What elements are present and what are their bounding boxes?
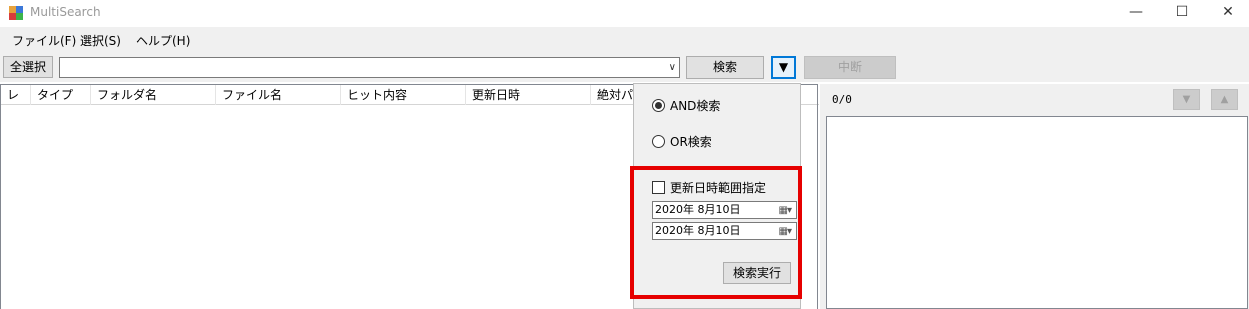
column-header-folder[interactable]: フォルダ名 [91,85,216,105]
and-radio[interactable] [652,99,665,112]
preview-textbox[interactable] [826,116,1248,309]
column-header-check[interactable]: レ [1,85,31,105]
close-button[interactable]: ✕ [1205,0,1249,27]
app-icon [9,6,23,20]
search-button[interactable]: 検索 [686,56,764,79]
title-bar: MultiSearch — ☐ ✕ [0,0,1249,27]
and-radio-label: AND検索 [670,99,721,113]
hit-counter: 0/0 [832,93,852,106]
preview-panel: 0/0 ▼ ▲ [820,84,1249,309]
menu-file[interactable]: ファイル(F) [12,32,76,49]
toolbar: 全選択 ∨ 検索 ▼ 中断 [0,52,1249,82]
or-radio-label: OR検索 [670,135,712,149]
minimize-button[interactable]: — [1113,0,1159,27]
menu-bar: ファイル(F) 選択(S) ヘルプ(H) [0,27,1249,52]
column-header-hit[interactable]: ヒット内容 [341,85,466,105]
chevron-down-icon[interactable]: ∨ [669,58,676,77]
and-search-option[interactable]: AND検索 [652,97,720,114]
menu-select[interactable]: 選択(S) [80,32,121,49]
next-hit-button: ▼ [1173,89,1200,110]
or-radio[interactable] [652,135,665,148]
stop-button: 中断 [804,56,896,79]
or-search-option[interactable]: OR検索 [652,133,712,150]
options-dropdown-button[interactable]: ▼ [771,56,796,79]
list-border [817,84,818,309]
prev-hit-button: ▲ [1211,89,1238,110]
column-header-filename[interactable]: ファイル名 [216,85,341,105]
maximize-button[interactable]: ☐ [1159,0,1205,27]
select-all-button[interactable]: 全選択 [3,56,53,78]
window-title: MultiSearch [30,5,101,19]
column-header-modified[interactable]: 更新日時 [466,85,591,105]
highlight-box [630,166,802,299]
menu-help[interactable]: ヘルプ(H) [136,32,190,49]
search-combobox[interactable]: ∨ [59,57,680,78]
column-header-type[interactable]: タイプ [31,85,91,105]
